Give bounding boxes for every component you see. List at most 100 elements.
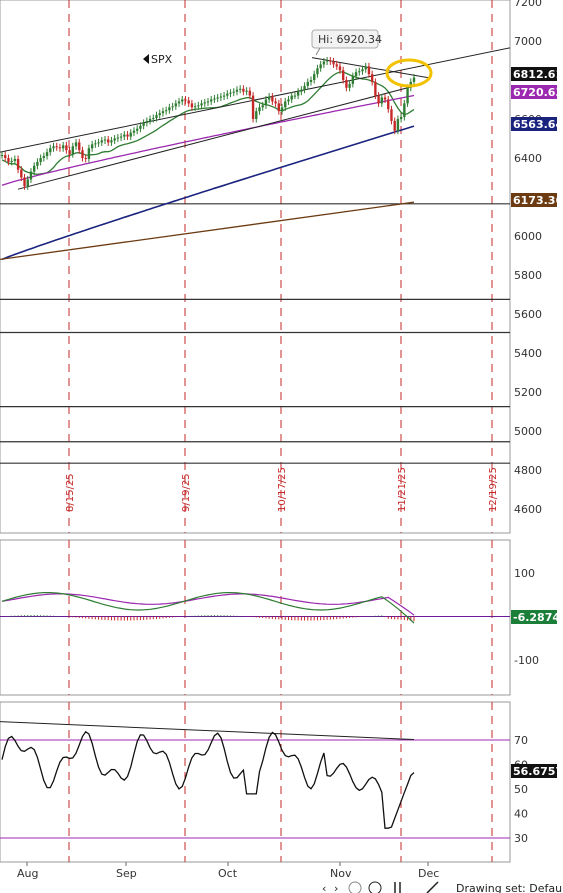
candle-body [396, 119, 400, 131]
candle-body [406, 87, 409, 104]
candle-body [274, 101, 277, 104]
candle-body [403, 103, 406, 118]
candle-body [341, 70, 345, 80]
candle-body [213, 98, 216, 100]
draw-tool-icon[interactable] [426, 881, 439, 893]
candle-body [203, 102, 206, 104]
candle-body [332, 61, 335, 65]
candle-body [36, 161, 39, 166]
price-tag-label: 6563.64 [513, 118, 563, 131]
rsi-tick-label: 40 [514, 808, 528, 821]
symbol-label: SPX [151, 53, 173, 66]
price-tag-label: 6173.36 [513, 194, 563, 207]
candle-body [20, 169, 23, 178]
candle-body [97, 142, 100, 144]
drawing-set-label[interactable]: Drawing set: Default [456, 882, 563, 893]
candle-body [335, 64, 338, 67]
candle-body [45, 152, 49, 157]
candle-body [158, 113, 161, 116]
candle-body [10, 160, 13, 162]
candle-body [338, 66, 342, 71]
candle-body [148, 119, 152, 121]
candle-body [345, 80, 348, 88]
candle-body [329, 60, 332, 62]
scroll-left-icon[interactable]: ‹ [322, 882, 326, 893]
candle-body [7, 158, 10, 162]
candle-body [129, 132, 132, 137]
candle-body [251, 95, 255, 119]
candle-body [103, 139, 107, 141]
candle-body [164, 110, 168, 112]
candle-body [52, 146, 55, 149]
candle-body [155, 115, 158, 119]
candle-body [177, 101, 181, 104]
zoom-out-icon[interactable] [348, 881, 362, 893]
candle-body [248, 90, 252, 96]
candle-body [68, 150, 71, 155]
month-label: Nov [330, 867, 352, 880]
candle-body [55, 146, 58, 148]
candle-body [374, 81, 377, 96]
candle-body [267, 96, 271, 100]
candle-body [107, 139, 110, 143]
candle-body [325, 60, 329, 62]
macd-tick-label: -100 [514, 654, 539, 667]
candle-body [84, 158, 87, 159]
rsi-tick-label: 70 [514, 734, 528, 747]
candle-body [377, 95, 380, 104]
candle-body [90, 144, 94, 149]
candle-body [322, 61, 326, 65]
price-tag-label: 6812.61 [513, 68, 563, 81]
candle-body [4, 155, 7, 158]
candle-body [100, 140, 103, 143]
price-tick-label: 6400 [514, 152, 542, 165]
candle-body [181, 99, 184, 102]
candle-body [284, 101, 287, 108]
candle-body [370, 74, 374, 82]
candle-body [16, 158, 20, 170]
scroll-right-icon[interactable]: › [334, 882, 338, 893]
candle-body [277, 103, 281, 112]
candle-body [42, 156, 46, 158]
candle-body [193, 106, 197, 108]
candle-body [23, 177, 26, 187]
candle-body [123, 134, 126, 137]
candle-body [232, 91, 235, 93]
candle-body [351, 76, 355, 84]
candle-body [226, 93, 229, 96]
candle-body [87, 148, 91, 159]
candle-body [361, 69, 364, 72]
candle-body [348, 83, 351, 88]
candle-body [210, 99, 213, 102]
candle-body [367, 66, 371, 75]
candle-body [358, 71, 361, 73]
candle-body [126, 134, 129, 137]
candle-body [94, 143, 97, 145]
stock-chart: 8/15/25 9/19/25 10/17/25 11/21/25 12/19/25 46… [0, 0, 563, 893]
candle-body [306, 81, 309, 86]
candle-body [61, 145, 65, 149]
candle-body [13, 158, 17, 161]
zoom-in-icon[interactable] [368, 881, 382, 893]
candle-body [142, 122, 145, 126]
price-tick-label: 4800 [514, 464, 542, 477]
candle-body [39, 158, 42, 162]
candle-body [399, 117, 403, 119]
date-marker-label: 8/15/25 [65, 473, 76, 512]
price-panel [0, 0, 511, 534]
date-marker-label: 12/19/25 [488, 467, 499, 512]
date-marker-label: 9/19/25 [181, 473, 192, 512]
rsi-tick-label: 50 [514, 783, 528, 796]
date-marker-label: 10/17/25 [277, 467, 288, 512]
pointer-tool-icon[interactable] [394, 882, 401, 893]
candle-body [32, 165, 36, 172]
candle-body [206, 101, 210, 103]
month-label: Sep [116, 867, 137, 880]
candle-body [110, 140, 113, 143]
candle-body [216, 97, 219, 99]
candle-body [242, 88, 245, 92]
month-label: Aug [17, 867, 38, 880]
price-tick-label: 5800 [514, 269, 542, 282]
candle-body [219, 96, 223, 98]
candle-body [152, 118, 155, 120]
